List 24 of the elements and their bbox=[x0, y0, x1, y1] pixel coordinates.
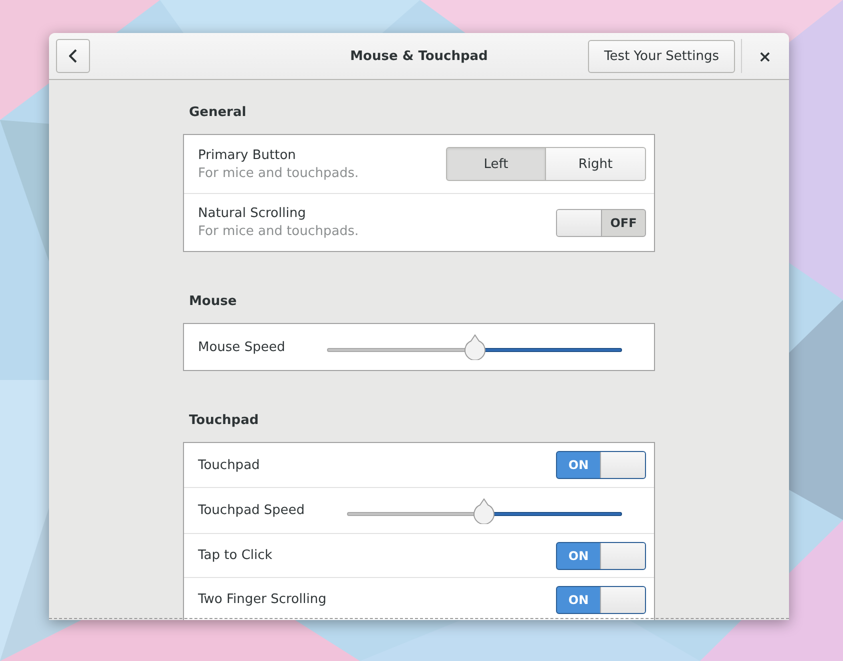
section-heading: General bbox=[189, 105, 248, 120]
setting-label: Touchpad Speed bbox=[198, 503, 305, 518]
slider[interactable] bbox=[327, 334, 622, 360]
setting-label: Natural Scrolling bbox=[198, 206, 307, 221]
setting-label: Tap to Click bbox=[198, 548, 272, 563]
segment-button[interactable]: Right bbox=[546, 147, 646, 181]
section-heading: Mouse bbox=[189, 294, 238, 309]
segment-button[interactable]: Left bbox=[446, 147, 546, 181]
setting-description: For mice and touchpads. bbox=[198, 224, 359, 239]
close-button[interactable]: × bbox=[748, 39, 782, 73]
setting-label: Primary Button bbox=[198, 148, 297, 162]
test-settings-button[interactable]: Test Your Settings bbox=[588, 40, 735, 72]
setting-label: Touchpad bbox=[198, 458, 260, 472]
chevron-left-icon bbox=[69, 49, 77, 63]
setting-label: Two Finger Scrolling bbox=[198, 592, 326, 607]
back-button[interactable] bbox=[56, 39, 90, 73]
window-title: Mouse & Touchpad bbox=[350, 48, 488, 64]
slider-thumb[interactable] bbox=[472, 498, 496, 524]
setting-description: For mice and touchpads. bbox=[198, 166, 359, 180]
slider-thumb[interactable] bbox=[462, 334, 487, 360]
slider[interactable] bbox=[346, 498, 622, 524]
setting-label: Mouse Speed bbox=[198, 340, 286, 354]
toggle-switch[interactable]: OFF bbox=[556, 208, 646, 236]
section-heading: Touchpad bbox=[189, 413, 260, 428]
